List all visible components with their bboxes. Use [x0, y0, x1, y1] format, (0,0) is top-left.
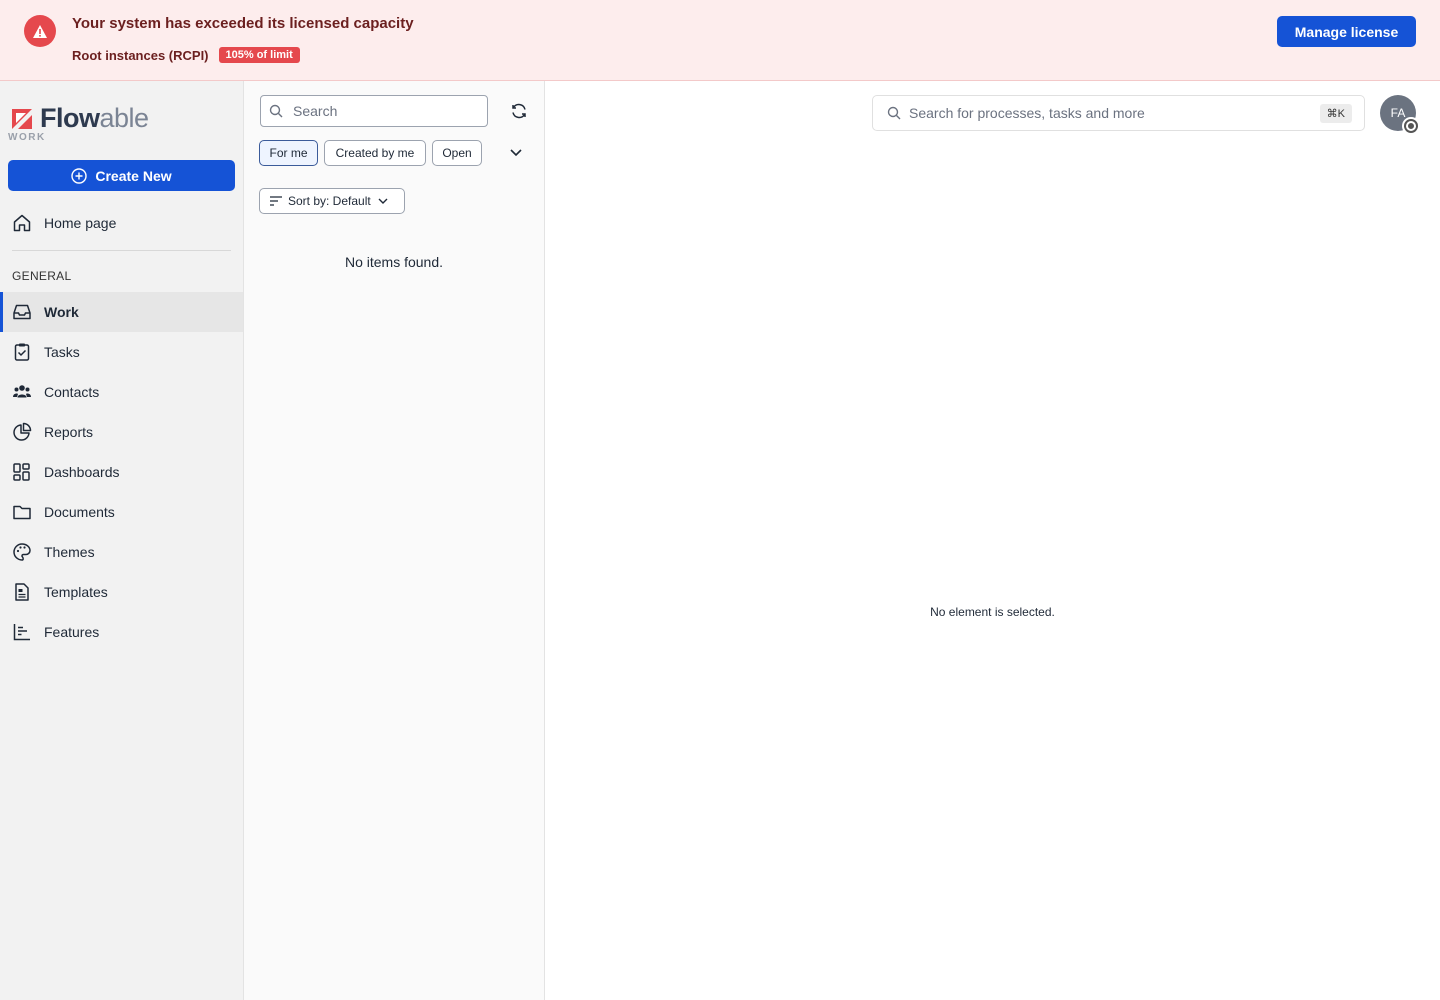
- pie-chart-icon: [12, 422, 32, 442]
- warning-icon: [24, 15, 56, 47]
- empty-detail-message: No element is selected.: [930, 605, 1055, 619]
- bar-chart-icon: [12, 622, 32, 642]
- filter-open[interactable]: Open: [432, 140, 482, 166]
- sidebar-item-tasks[interactable]: Tasks: [0, 332, 243, 372]
- filter-created-by-me[interactable]: Created by me: [324, 140, 426, 166]
- flowable-logo[interactable]: Flowable: [10, 103, 149, 134]
- global-search-box[interactable]: ⌘K: [872, 95, 1365, 131]
- inbox-icon: [12, 302, 32, 322]
- sidebar-item-dashboards[interactable]: Dashboards: [0, 452, 243, 492]
- sidebar-item-label: Reports: [44, 424, 94, 440]
- main-content: ⌘K FA No element is selected.: [545, 81, 1440, 1000]
- users-icon: [12, 382, 32, 402]
- banner-subtitle-text: Root instances (RCPI): [72, 47, 209, 63]
- sidebar-item-features[interactable]: Features: [0, 612, 243, 652]
- empty-list-message: No items found.: [344, 254, 444, 270]
- create-new-button[interactable]: Create New: [8, 160, 235, 191]
- sidebar-item-documents[interactable]: Documents: [0, 492, 243, 532]
- section-label-general: GENERAL: [12, 269, 72, 283]
- chevron-down-icon[interactable]: [508, 144, 524, 160]
- sidebar-item-themes[interactable]: Themes: [0, 532, 243, 572]
- folder-icon: [12, 502, 32, 522]
- sidebar-item-home[interactable]: Home page: [0, 203, 243, 243]
- create-new-label: Create New: [95, 167, 172, 184]
- sidebar-item-label: Dashboards: [44, 464, 120, 480]
- manage-license-button[interactable]: Manage license: [1277, 16, 1416, 47]
- home-icon: [12, 213, 32, 233]
- document-icon: [12, 582, 32, 602]
- shortcut-badge: ⌘K: [1319, 104, 1352, 123]
- sidebar-item-reports[interactable]: Reports: [0, 412, 243, 452]
- sidebar-item-label: Work: [44, 304, 79, 320]
- flowable-logo-icon: [12, 108, 32, 129]
- list-search-input[interactable]: [293, 103, 473, 119]
- limit-badge: 105% of limit: [218, 47, 300, 63]
- sort-label: Sort by: Default: [288, 194, 371, 208]
- list-search-box[interactable]: [260, 95, 488, 127]
- status-indicator-icon: [1402, 117, 1420, 135]
- filter-for-me[interactable]: For me: [259, 140, 318, 166]
- clipboard-check-icon: [12, 342, 32, 362]
- sidebar-item-label: Home page: [44, 215, 117, 231]
- banner-title: Your system has exceeded its licensed ca…: [72, 15, 414, 32]
- sidebar-item-label: Features: [44, 624, 100, 640]
- sidebar-item-contacts[interactable]: Contacts: [0, 372, 243, 412]
- sidebar-item-label: Contacts: [44, 384, 100, 400]
- sort-icon: [270, 196, 282, 206]
- logo-wordmark: Flowable: [40, 103, 149, 133]
- banner-subtitle: Root instances (RCPI) 105% of limit: [72, 47, 300, 63]
- chevron-down-icon: [378, 198, 388, 204]
- grid-icon: [12, 462, 32, 482]
- search-icon: [269, 104, 283, 118]
- license-banner: Your system has exceeded its licensed ca…: [0, 0, 1440, 81]
- sort-dropdown[interactable]: Sort by: Default: [259, 188, 405, 214]
- sidebar-divider: [12, 250, 231, 251]
- sidebar-item-label: Themes: [44, 544, 95, 560]
- sidebar: Flowable WORK Create New Home page GENER…: [0, 81, 244, 1000]
- logo-subtitle: WORK: [8, 132, 46, 143]
- plus-circle-icon: [71, 167, 88, 184]
- sidebar-item-templates[interactable]: Templates: [0, 572, 243, 612]
- refresh-icon[interactable]: [510, 102, 528, 120]
- global-search-input[interactable]: [909, 105, 1299, 121]
- sidebar-item-label: Templates: [44, 584, 108, 600]
- palette-icon: [12, 542, 32, 562]
- sidebar-item-label: Tasks: [44, 344, 80, 360]
- work-list-panel: For me Created by me Open Sort by: Defau…: [244, 81, 545, 1000]
- search-icon: [887, 106, 901, 120]
- sidebar-item-label: Documents: [44, 504, 115, 520]
- sidebar-item-work[interactable]: Work: [0, 292, 243, 332]
